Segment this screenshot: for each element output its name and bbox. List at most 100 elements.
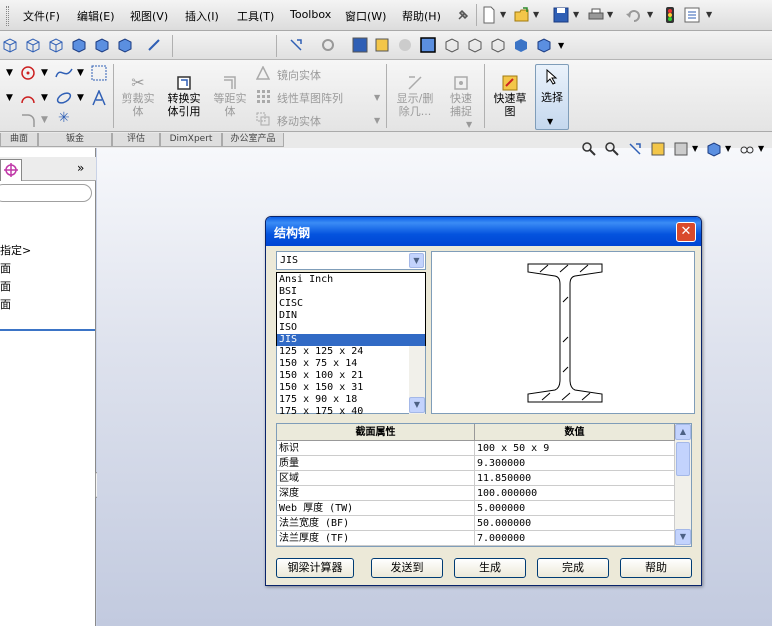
asterisk-icon[interactable]: ✳: [58, 110, 70, 126]
size-item[interactable]: 150 x 100 x 21: [279, 370, 363, 382]
linear-pattern-icon[interactable]: [256, 89, 270, 103]
chevron-down-icon[interactable]: ▼: [41, 68, 48, 78]
fillet-icon[interactable]: [20, 112, 36, 128]
move-icon[interactable]: [256, 112, 270, 126]
menu-insert[interactable]: 插入(I): [185, 8, 219, 24]
chevron-down-icon[interactable]: ▼: [725, 144, 731, 153]
section-view-icon[interactable]: [650, 141, 666, 157]
wireframe-icon[interactable]: [444, 37, 460, 53]
chevron-down-icon[interactable]: ▼: [77, 93, 84, 103]
size-item[interactable]: 150 x 150 x 31: [279, 382, 363, 394]
offset-entities-button[interactable]: 等距实体: [209, 74, 251, 118]
chevron-down-icon[interactable]: ▼: [573, 10, 579, 19]
property-value[interactable]: 100.000000: [475, 486, 675, 501]
chevron-up-icon[interactable]: ▲: [675, 424, 691, 440]
zoom-to-fit-icon[interactable]: [581, 141, 597, 157]
tree-item[interactable]: 面: [0, 278, 11, 294]
done-button[interactable]: 完成: [537, 558, 609, 578]
chevron-right-icon[interactable]: »: [77, 161, 84, 175]
linear-pattern-label[interactable]: 线性草图阵列: [277, 90, 343, 106]
shaded-with-edges-icon[interactable]: [420, 37, 436, 53]
size-item[interactable]: 125 x 125 x 24: [279, 346, 363, 358]
quick-snap-button[interactable]: 快速捕捉: [441, 74, 481, 118]
properties-scrollbar[interactable]: ▲ ▼: [675, 424, 691, 546]
shaded-view-icon[interactable]: [352, 37, 368, 53]
dialog-titlebar[interactable]: 结构钢 ✕: [266, 217, 701, 246]
standard-option-cisc[interactable]: CISC: [277, 298, 425, 310]
view-orientation-icon[interactable]: [536, 37, 552, 53]
new-document-icon[interactable]: [481, 6, 497, 24]
ellipse-icon[interactable]: [55, 90, 73, 106]
solid-cube-icon[interactable]: [94, 37, 110, 53]
property-value[interactable]: 9.300000: [475, 456, 675, 471]
chevron-down-icon[interactable]: ▼: [41, 115, 48, 125]
spline-icon[interactable]: [55, 65, 73, 81]
options-list-icon[interactable]: [684, 6, 700, 24]
tab-surfaces[interactable]: 曲面: [0, 133, 38, 147]
pushpin-icon[interactable]: [455, 6, 471, 24]
chevron-down-icon[interactable]: ▼: [6, 68, 13, 78]
tab-sheet-metal[interactable]: 钣金: [38, 133, 112, 147]
mirror-icon[interactable]: [256, 66, 270, 80]
tree-item[interactable]: 面: [0, 260, 11, 276]
view-orientation-icon[interactable]: [673, 141, 689, 157]
chevron-down-icon[interactable]: ▼: [466, 120, 472, 129]
standard-option-ansi-inch[interactable]: Ansi Inch: [277, 274, 425, 286]
property-value[interactable]: 50.000000: [475, 516, 675, 531]
standard-option-iso[interactable]: ISO: [277, 322, 425, 334]
menu-toolbox[interactable]: Toolbox: [290, 8, 331, 21]
menu-file[interactable]: 文件(F): [23, 8, 60, 24]
property-value[interactable]: 7.000000: [475, 531, 675, 546]
standard-option-din[interactable]: DIN: [277, 310, 425, 322]
column-header-value[interactable]: 数值: [475, 424, 675, 441]
reference-icon[interactable]: [288, 37, 304, 53]
size-item[interactable]: 175 x 175 x 40: [279, 406, 363, 414]
chevron-down-icon[interactable]: ▼: [675, 529, 691, 545]
tree-item[interactable]: 面: [0, 296, 11, 312]
chevron-down-icon[interactable]: ▼: [533, 10, 539, 19]
tab-office-products[interactable]: 办公室产品: [222, 133, 284, 147]
column-header-property[interactable]: 截面属性: [277, 424, 475, 441]
solid-cube-icon[interactable]: [71, 37, 87, 53]
standard-select[interactable]: JIS ▼: [276, 251, 426, 270]
trim-entities-button[interactable]: ✂ 剪裁实体: [118, 74, 158, 119]
rapid-sketch-button[interactable]: 快速草图: [488, 74, 532, 118]
solid-cube-icon[interactable]: [117, 37, 133, 53]
link-icon[interactable]: [146, 37, 162, 53]
beam-calculator-button[interactable]: 钢梁计算器: [276, 558, 354, 578]
generate-button[interactable]: 生成: [454, 558, 526, 578]
hidden-removed-icon[interactable]: [490, 37, 506, 53]
move-entities-label[interactable]: 移动实体: [277, 113, 321, 129]
menubar-grip[interactable]: [6, 6, 9, 26]
standard-option-jis[interactable]: JIS: [277, 334, 425, 346]
size-list-scrollbar[interactable]: ▼: [409, 346, 425, 414]
menu-view[interactable]: 视图(V): [130, 8, 168, 24]
previous-view-icon[interactable]: [627, 141, 643, 157]
chevron-down-icon[interactable]: ▼: [77, 68, 84, 78]
show-hide-relations-button[interactable]: 显示/删除几...: [392, 74, 438, 118]
tab-dimxpert[interactable]: DimXpert: [160, 133, 222, 147]
menu-help[interactable]: 帮助(H): [402, 8, 441, 24]
open-folder-icon[interactable]: [514, 6, 530, 24]
chevron-down-icon[interactable]: ▼: [607, 10, 613, 19]
standard-option-bsi[interactable]: BSI: [277, 286, 425, 298]
undo-icon[interactable]: [625, 6, 641, 24]
display-icon[interactable]: [320, 37, 336, 53]
property-value[interactable]: 5.000000: [475, 501, 675, 516]
zoom-area-icon[interactable]: [604, 141, 620, 157]
print-icon[interactable]: [588, 6, 604, 24]
select-button[interactable]: 选择 ▼: [535, 64, 569, 130]
menu-window[interactable]: 窗口(W): [345, 8, 386, 24]
section-view-icon[interactable]: [374, 37, 390, 53]
size-item[interactable]: 175 x 90 x 18: [279, 394, 357, 406]
chevron-down-icon[interactable]: ▼: [647, 10, 653, 19]
chevron-down-icon[interactable]: ▼: [558, 41, 564, 50]
convert-entities-button[interactable]: 转换实体引用: [162, 74, 206, 118]
chevron-down-icon[interactable]: ▼: [706, 10, 712, 19]
point-icon[interactable]: [20, 65, 36, 81]
property-value[interactable]: 100 x 50 x 9: [475, 441, 675, 456]
tab-dimxpert-manager[interactable]: [0, 159, 22, 181]
menu-edit[interactable]: 编辑(E): [77, 8, 115, 24]
property-value[interactable]: 11.850000: [475, 471, 675, 486]
chevron-down-icon[interactable]: ▼: [692, 144, 698, 153]
